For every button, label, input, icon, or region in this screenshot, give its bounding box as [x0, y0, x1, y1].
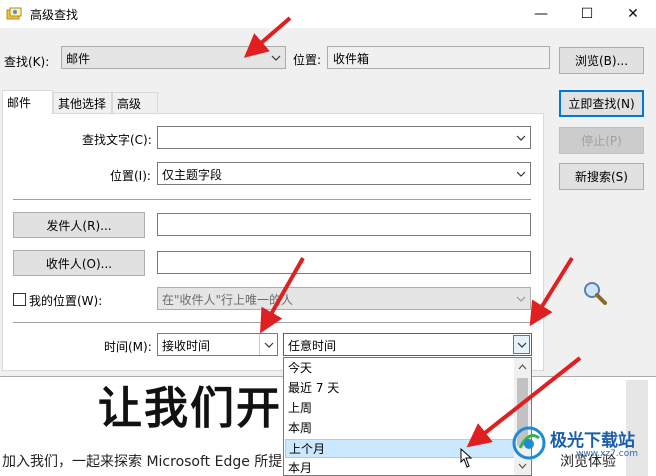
annotation-arrow-time-range	[529, 256, 574, 327]
mouse-cursor-icon	[460, 448, 473, 468]
annotation-arrow-last-month	[466, 356, 582, 448]
annotation-arrow-lookfor	[243, 16, 292, 58]
annotation-arrow-time-field	[260, 257, 305, 334]
annotation-arrows	[243, 16, 582, 448]
